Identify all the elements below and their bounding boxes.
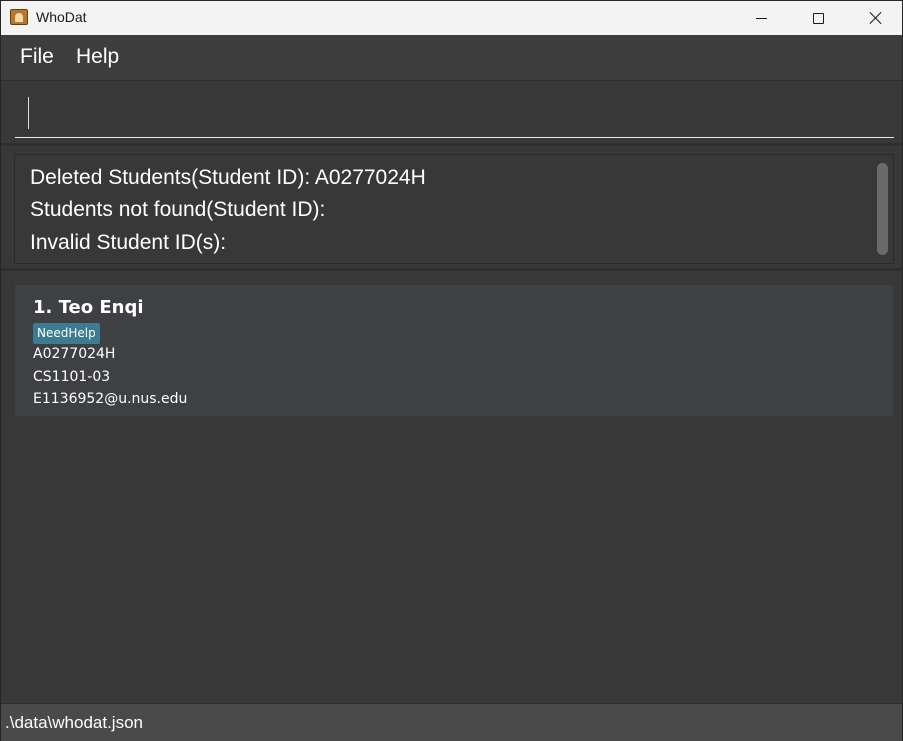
command-box	[1, 82, 902, 146]
title-bar[interactable]: WhoDat	[1, 1, 902, 35]
command-input[interactable]	[15, 88, 894, 138]
close-icon	[869, 11, 883, 25]
student-name: 1. Teo Enqi	[33, 297, 144, 318]
result-line-deleted: Deleted Students(Student ID): A0277024H	[30, 166, 426, 189]
student-list: 1. Teo Enqi NeedHelp A0277024H CS1101-03…	[1, 271, 902, 703]
result-line-invalid: Invalid Student ID(s):	[30, 231, 227, 254]
minimize-button[interactable]	[732, 1, 790, 35]
student-id: A0277024H	[33, 346, 116, 362]
menu-file[interactable]: File	[20, 45, 54, 69]
status-bar: .\data\whodat.json	[1, 703, 902, 741]
app-window: WhoDat File Help Deleted Students(Studen…	[0, 0, 903, 741]
window-title: WhoDat	[36, 9, 87, 25]
result-scrollbar[interactable]	[877, 163, 888, 255]
save-file-path: .\data\whodat.json	[5, 713, 143, 732]
maximize-icon	[812, 12, 824, 24]
menu-help[interactable]: Help	[76, 45, 119, 69]
tag-badge: NeedHelp	[33, 323, 100, 344]
minimize-icon	[755, 17, 767, 19]
result-display: Deleted Students(Student ID): A0277024H …	[14, 154, 894, 264]
student-card[interactable]: 1. Teo Enqi NeedHelp A0277024H CS1101-03…	[15, 285, 893, 416]
student-email: E1136952@u.nus.edu	[33, 391, 188, 407]
close-button[interactable]	[847, 1, 903, 35]
text-caret	[28, 97, 29, 129]
app-icon	[10, 9, 28, 25]
maximize-button[interactable]	[789, 1, 847, 35]
student-class: CS1101-03	[33, 369, 111, 385]
menu-bar: File Help	[1, 35, 902, 81]
result-line-not-found: Students not found(Student ID):	[30, 198, 326, 221]
